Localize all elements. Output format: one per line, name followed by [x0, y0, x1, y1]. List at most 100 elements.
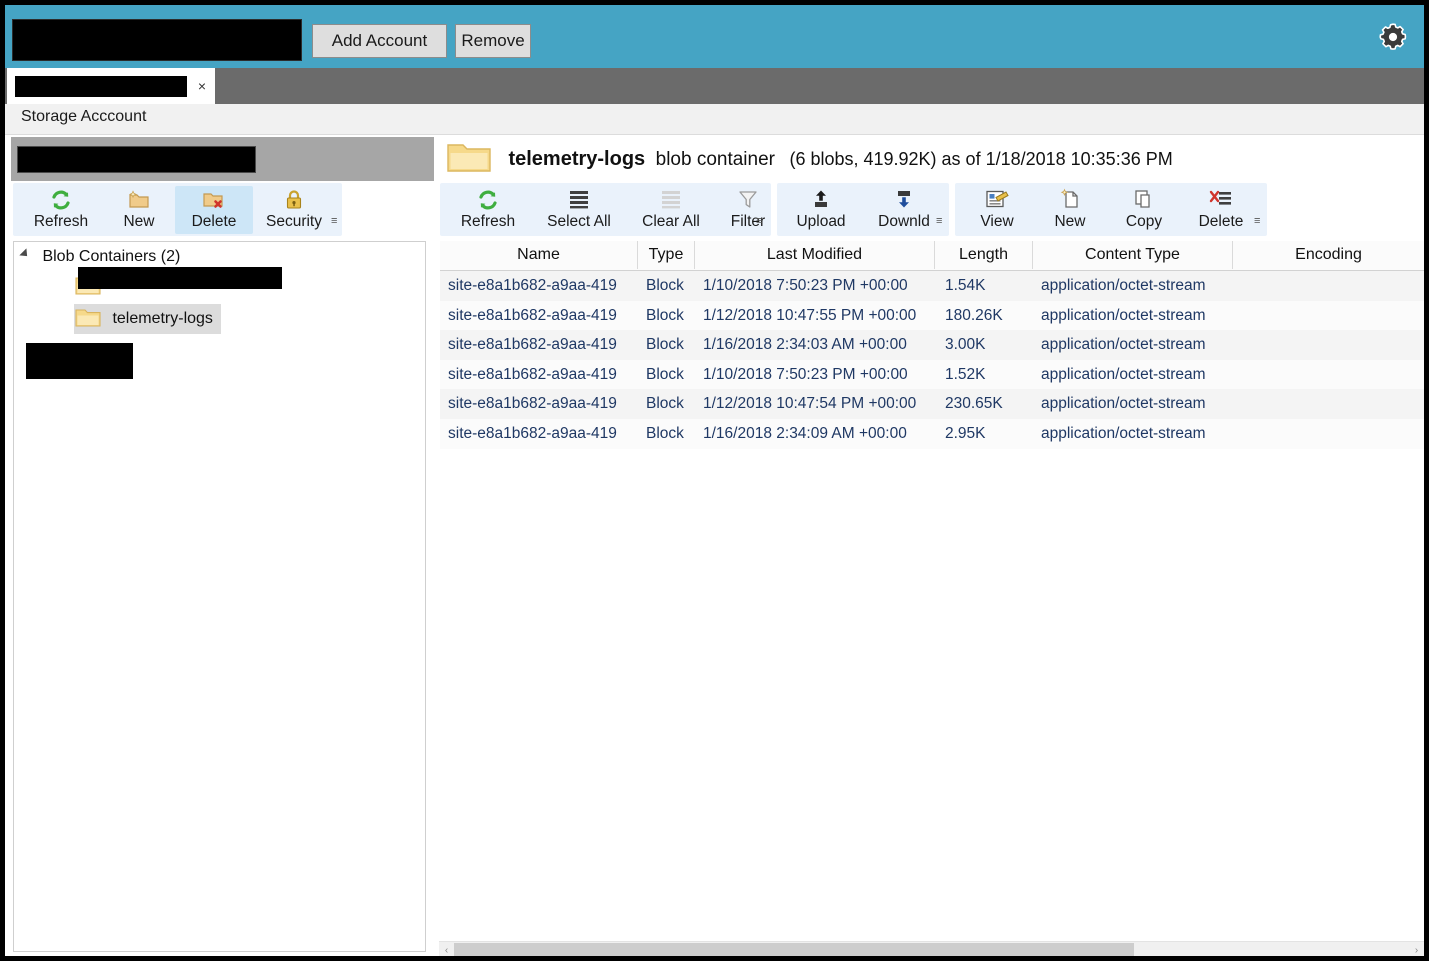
table-row[interactable]: site-e8a1b682-a9aa-419Block1/10/2018 7:5…: [440, 360, 1424, 390]
column-header-length[interactable]: Length: [935, 241, 1033, 269]
column-header-name[interactable]: Name: [440, 241, 638, 269]
lock-icon: [255, 188, 333, 212]
download-button[interactable]: Downld: [863, 186, 945, 234]
cell-encoding: [1233, 271, 1424, 301]
filter-button[interactable]: Filter: [716, 186, 780, 234]
account-name-input[interactable]: [12, 19, 302, 61]
close-icon[interactable]: ×: [195, 77, 209, 95]
download-icon: [863, 188, 945, 212]
delete-blob-button[interactable]: Delete: [1183, 186, 1259, 234]
tree-extra-redacted-block: [26, 343, 133, 379]
blob-refresh-label: Refresh: [446, 212, 530, 232]
column-header-lastModified[interactable]: Last Modified: [695, 241, 935, 269]
cell-name: site-e8a1b682-a9aa-419: [440, 330, 638, 360]
container-refresh-button[interactable]: Refresh: [19, 186, 103, 234]
cell-length: 2.95K: [935, 419, 1033, 449]
container-new-button[interactable]: New: [105, 186, 173, 234]
cell-encoding: [1233, 419, 1424, 449]
refresh-icon: [19, 188, 103, 212]
remove-account-button[interactable]: Remove: [455, 24, 531, 58]
horizontal-scrollbar[interactable]: ‹ ›: [439, 941, 1424, 960]
account-header-bar: [11, 137, 434, 181]
select-all-label: Select All: [532, 212, 626, 232]
transfer-actions-overflow-icon[interactable]: ≡: [936, 216, 942, 226]
column-header-encoding[interactable]: Encoding: [1233, 241, 1424, 269]
cell-contentType: application/octet-stream: [1033, 271, 1233, 301]
clear-all-button[interactable]: Clear All: [628, 186, 714, 234]
cell-length: 230.65K: [935, 389, 1033, 419]
filter-icon: [716, 188, 780, 212]
container-security-button[interactable]: Security: [255, 186, 333, 234]
chevron-down-icon[interactable]: [19, 248, 30, 259]
cell-length: 1.54K: [935, 271, 1033, 301]
scroll-right-icon[interactable]: ›: [1409, 942, 1424, 960]
cell-lastModified: 1/10/2018 7:50:23 PM +00:00: [695, 271, 935, 301]
cell-lastModified: 1/12/2018 10:47:54 PM +00:00: [695, 389, 935, 419]
delete-file-icon: [1183, 188, 1259, 212]
column-header-type[interactable]: Type: [638, 241, 695, 269]
container-title-bar: telemetry-logs blob container (6 blobs, …: [434, 135, 1424, 183]
blob-actions-overflow-icon[interactable]: ≡: [756, 216, 762, 226]
cell-encoding: [1233, 330, 1424, 360]
cell-type: Block: [638, 301, 695, 331]
cell-type: Block: [638, 330, 695, 360]
clear-all-label: Clear All: [628, 212, 714, 232]
add-account-button[interactable]: Add Account: [312, 24, 447, 58]
table-row[interactable]: site-e8a1b682-a9aa-419Block1/10/2018 7:5…: [440, 271, 1424, 301]
table-row[interactable]: site-e8a1b682-a9aa-419Block1/16/2018 2:3…: [440, 330, 1424, 360]
item-actions-overflow-icon[interactable]: ≡: [1254, 216, 1260, 226]
breadcrumb: Storage Acccount: [5, 104, 1424, 135]
cell-encoding: [1233, 389, 1424, 419]
table-header-row: NameTypeLast ModifiedLengthContent TypeE…: [440, 241, 1424, 271]
container-toolbar-overflow-icon[interactable]: ≡: [331, 216, 337, 226]
cell-type: Block: [638, 389, 695, 419]
select-all-icon: [532, 188, 626, 212]
container-type: blob container: [656, 149, 775, 170]
copy-label: Copy: [1107, 212, 1181, 232]
cell-contentType: application/octet-stream: [1033, 330, 1233, 360]
upload-label: Upload: [781, 212, 861, 232]
table-row[interactable]: site-e8a1b682-a9aa-419Block1/12/2018 10:…: [440, 389, 1424, 419]
cell-name: site-e8a1b682-a9aa-419: [440, 360, 638, 390]
container-name: telemetry-logs: [508, 148, 645, 170]
blob-actions-toolbar: Refresh Select All: [440, 183, 771, 236]
select-all-button[interactable]: Select All: [532, 186, 626, 234]
gear-icon[interactable]: [1376, 20, 1410, 54]
tree-item-redacted[interactable]: [14, 272, 425, 304]
view-button[interactable]: View: [961, 186, 1033, 234]
cell-encoding: [1233, 301, 1424, 331]
container-delete-button[interactable]: Delete: [175, 186, 253, 234]
item-actions-toolbar: View New: [955, 183, 1267, 236]
tab-storage-account[interactable]: ×: [7, 68, 215, 104]
new-blob-button[interactable]: New: [1035, 186, 1105, 234]
upload-button[interactable]: Upload: [781, 186, 861, 234]
scroll-left-icon[interactable]: ‹: [439, 942, 454, 960]
cell-type: Block: [638, 360, 695, 390]
copy-button[interactable]: Copy: [1107, 186, 1181, 234]
tree-item-telemetry-logs[interactable]: telemetry-logs: [14, 304, 425, 338]
container-delete-label: Delete: [175, 212, 253, 232]
table-row[interactable]: site-e8a1b682-a9aa-419Block1/12/2018 10:…: [440, 301, 1424, 331]
delete-folder-icon: [175, 188, 253, 212]
upload-icon: [781, 188, 861, 212]
view-label: View: [961, 212, 1033, 232]
tab-strip: ×: [5, 68, 1424, 104]
table-row[interactable]: site-e8a1b682-a9aa-419Block1/16/2018 2:3…: [440, 419, 1424, 449]
tree-item-label: telemetry-logs: [112, 310, 212, 327]
cell-lastModified: 1/12/2018 10:47:55 PM +00:00: [695, 301, 935, 331]
folder-icon: [446, 140, 492, 174]
blob-container-tree[interactable]: Blob Containers (2): [13, 241, 426, 952]
blob-refresh-button[interactable]: Refresh: [446, 186, 530, 234]
cell-name: site-e8a1b682-a9aa-419: [440, 389, 638, 419]
copy-icon: [1107, 188, 1181, 212]
scrollbar-thumb[interactable]: [454, 943, 1134, 960]
top-account-bar: Add Account Remove: [5, 5, 1424, 68]
column-header-contentType[interactable]: Content Type: [1033, 241, 1233, 269]
tree-root-label: Blob Containers (2): [42, 248, 180, 265]
cell-name: site-e8a1b682-a9aa-419: [440, 419, 638, 449]
cell-length: 3.00K: [935, 330, 1033, 360]
folder-icon: [74, 306, 102, 328]
delete-blob-label: Delete: [1183, 212, 1259, 232]
refresh-icon: [446, 188, 530, 212]
cell-length: 180.26K: [935, 301, 1033, 331]
